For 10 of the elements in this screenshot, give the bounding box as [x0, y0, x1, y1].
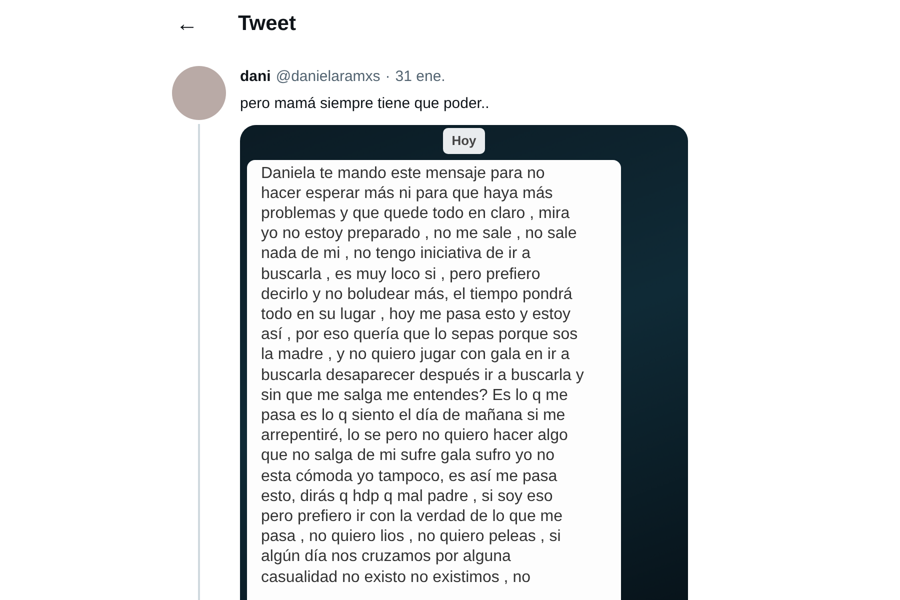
attached-chat-screenshot[interactable]	[240, 125, 688, 600]
date-chip: Hoy	[442, 128, 486, 154]
separator-dot: ·	[385, 67, 390, 87]
back-button[interactable]: ←	[172, 13, 202, 35]
message-text: Daniela te mando este mensaje para no hacer esperar más ni para que haya más problemas y que quede todo en claro , mira yo no estoy preparado , no me sale , no sale nada de mi , no tengo iniciativa de ir a buscarla , es muy loco si , pero prefiero decirlo y no boludear más, el tiempo pondrá todo en su lugar , hoy me pasa esto y estoy así , por eso quería que lo sepas porque sos la madre , y no quiero jugar con gala en ir a buscarla desaparecer después ir a buscarla y sin que me salga me entendes? Es lo q me pasa es lo q siento el día de mañana si me arrepentiré, lo se pero no quiero hacer algo que no salga de mi sufre gala sufro yo no esta cómoda yo tampoco, es así me pasa esto, dirás q hdp q mal padre , si soy eso pero prefiero ir con la verdad de lo que me pasa , no quiero lios , no quiero peleas , si algún día nos cruzamos por alguna casualidad no existo no existimos , no	[261, 164, 585, 588]
tweet-date[interactable]: 31 ene.	[395, 66, 446, 88]
page-title: Tweet	[238, 11, 296, 37]
user-handle[interactable]: @danielaramxs	[276, 66, 380, 88]
user-name[interactable]: dani	[240, 66, 271, 88]
tweet-text: pero mamá siempre tiene que poder..	[240, 94, 490, 114]
